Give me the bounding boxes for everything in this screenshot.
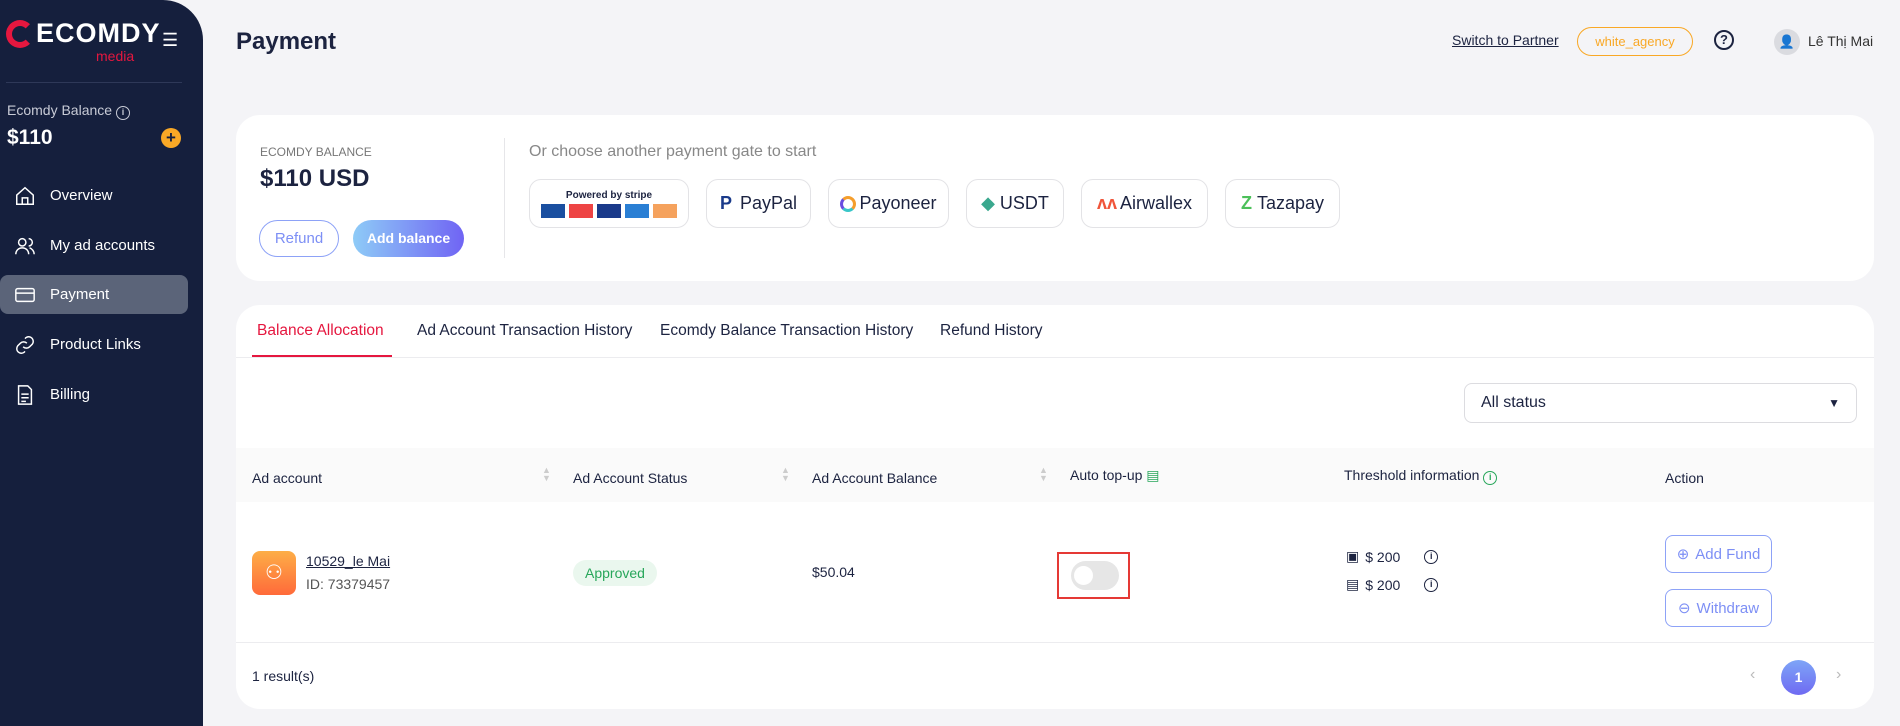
tazapay-icon: Z — [1240, 193, 1252, 213]
result-count: 1 result(s) — [252, 668, 315, 684]
chevron-down-icon: ▼ — [1828, 396, 1840, 410]
divider — [236, 642, 1874, 643]
help-icon[interactable]: ? — [1714, 30, 1734, 50]
ad-account-id: ID: 73379457 — [306, 576, 391, 592]
sidebar: ECOMDY media ☰ Ecomdy Balance i $110 + Ov… — [0, 0, 203, 726]
gate-prompt: Or choose another payment gate to start — [529, 143, 817, 160]
wallet-icon: ▣ — [1346, 548, 1360, 564]
tab-ad-account-transaction-history[interactable]: Ad Account Transaction History — [417, 322, 632, 340]
next-page-icon[interactable]: › — [1836, 666, 1841, 684]
page-1-button[interactable]: 1 — [1781, 660, 1816, 695]
sidebar-item-product-links[interactable]: Product Links — [0, 325, 188, 364]
tazapay-gate-button[interactable]: Z Tazapay — [1225, 179, 1340, 228]
card-topup-icon: ▤ — [1346, 576, 1360, 592]
status-badge: Approved — [573, 560, 657, 586]
sidebar-balance: $110 — [7, 126, 53, 149]
add-balance-icon[interactable]: + — [161, 128, 181, 148]
info-icon[interactable]: i — [115, 106, 130, 120]
add-balance-button[interactable]: Add balance — [353, 220, 464, 257]
users-icon — [15, 237, 35, 254]
page-title: Payment — [236, 28, 337, 55]
table-header — [236, 448, 1874, 502]
stripe-gate-button[interactable]: Powered by stripe — [529, 179, 689, 228]
agency-chip[interactable]: white_agency — [1577, 27, 1693, 56]
col-auto-topup: Auto top-up ▤ — [1070, 467, 1160, 483]
refund-button[interactable]: Refund — [259, 220, 339, 257]
status-filter-select[interactable]: All status ▼ — [1464, 383, 1857, 423]
col-ad-account-status[interactable]: Ad Account Status — [573, 470, 687, 486]
sidebar-item-my-ad-accounts[interactable]: My ad accounts — [0, 226, 188, 265]
airwallex-gate-button[interactable]: ʌʌ Airwallex — [1081, 179, 1208, 228]
tab-balance-allocation[interactable]: Balance Allocation — [257, 322, 384, 340]
ecomdy-logo[interactable]: ECOMDY media — [6, 18, 161, 64]
threshold-row: ▣ $ 200 i — [1346, 548, 1439, 565]
withdraw-button[interactable]: ⊖ Withdraw — [1665, 589, 1772, 627]
link-icon — [16, 335, 34, 354]
topup-amount-row: ▤ $ 200 i — [1346, 576, 1439, 593]
add-fund-button[interactable]: ⊕ Add Fund — [1665, 535, 1772, 573]
col-action: Action — [1665, 470, 1704, 486]
col-threshold: Threshold information i — [1344, 467, 1498, 485]
balance-card-label: ECOMDY BALANCE — [260, 145, 372, 159]
ad-account-balance: $50.04 — [812, 564, 855, 580]
paypal-icon: P — [719, 193, 732, 213]
document-icon — [17, 384, 33, 405]
collapse-menu-icon[interactable]: ☰ — [162, 31, 182, 49]
info-icon[interactable]: i — [1424, 577, 1439, 592]
sidebar-item-billing[interactable]: Billing — [0, 375, 188, 414]
divider — [504, 138, 505, 258]
sort-icon[interactable]: ▲ ▼ — [542, 466, 551, 483]
tether-icon: ◆ — [981, 193, 995, 213]
home-icon — [16, 186, 34, 205]
balance-card-value: $110 USD — [260, 165, 370, 192]
info-icon[interactable]: i — [1424, 549, 1439, 564]
ad-account-avatar: ⚇ — [252, 551, 296, 595]
auto-topup-toggle[interactable] — [1071, 561, 1119, 590]
tab-refund-history[interactable]: Refund History — [940, 322, 1043, 340]
allocation-card — [236, 305, 1874, 709]
card-icon — [15, 287, 35, 302]
avatar[interactable]: 👤 — [1774, 29, 1800, 55]
usdt-gate-button[interactable]: ◆ USDT — [966, 179, 1064, 228]
col-ad-account[interactable]: Ad account — [252, 470, 322, 486]
document-icon[interactable]: ▤ — [1146, 467, 1159, 483]
info-icon[interactable]: i — [1483, 471, 1498, 485]
plus-circle-icon: ⊕ — [1676, 546, 1690, 563]
prev-page-icon[interactable]: ‹ — [1750, 666, 1755, 684]
divider — [236, 357, 1874, 358]
switch-to-partner-link[interactable]: Switch to Partner — [1452, 32, 1559, 48]
sort-icon[interactable]: ▲ ▼ — [1039, 466, 1048, 483]
col-ad-account-balance[interactable]: Ad Account Balance — [812, 470, 937, 486]
sort-icon[interactable]: ▲ ▼ — [781, 466, 790, 483]
tab-ecomdy-balance-transaction-history[interactable]: Ecomdy Balance Transaction History — [660, 322, 913, 340]
user-name[interactable]: Lê Thị Mai — [1808, 33, 1873, 49]
paypal-gate-button[interactable]: P PayPal — [706, 179, 811, 228]
sidebar-item-payment[interactable]: Payment — [0, 275, 188, 314]
payoneer-gate-button[interactable]: Payoneer — [828, 179, 949, 228]
minus-circle-icon: ⊖ — [1677, 600, 1691, 617]
payoneer-icon — [840, 195, 857, 212]
balance-label: Ecomdy Balance i — [7, 102, 130, 120]
card-logos-icon — [541, 203, 677, 218]
sidebar-item-overview[interactable]: Overview — [0, 176, 188, 215]
divider — [6, 82, 182, 83]
ad-account-name-link[interactable]: 10529_le Mai — [306, 553, 390, 569]
airwallex-icon: ʌʌ — [1096, 193, 1117, 213]
